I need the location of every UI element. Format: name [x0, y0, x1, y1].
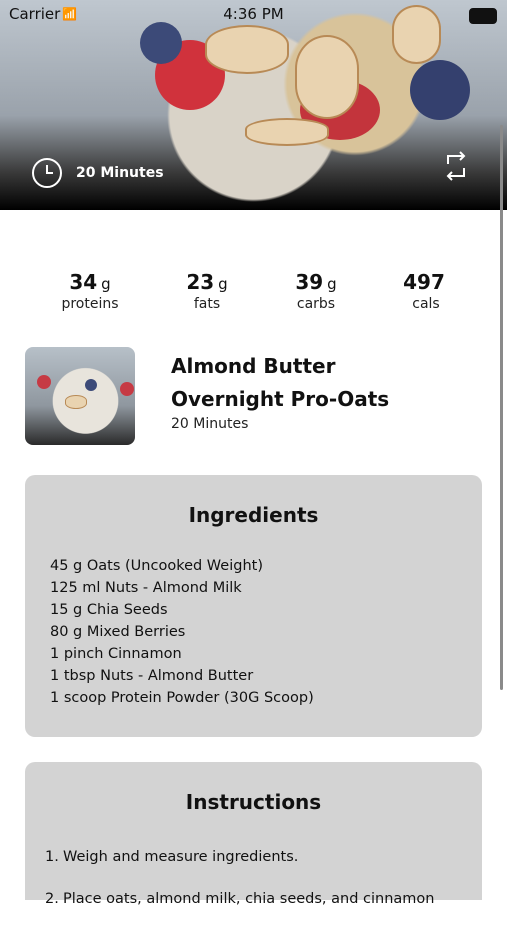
instruction-item: 2. Place oats, almond milk, chia seeds, … — [45, 888, 465, 910]
stat-label: carbs — [296, 296, 336, 312]
ingredients-card: Ingredients 45 g Oats (Uncooked Weight) … — [25, 475, 482, 737]
stat-label: proteins — [61, 296, 119, 312]
recipe-title-line: Overnight Pro-Oats — [171, 387, 390, 411]
status-bar: Carrier 📶 4:36 PM — [0, 4, 507, 26]
stat-label: fats — [193, 296, 221, 312]
ingredient-item: 15 g Chia Seeds — [50, 602, 168, 618]
berry-shape — [85, 379, 97, 391]
instructions-list: 1. Weigh and measure ingredients. 2. Pla… — [45, 846, 465, 930]
stat-unit: g — [101, 275, 111, 293]
ingredient-item: 45 g Oats (Uncooked Weight) — [50, 558, 263, 574]
recipe-thumbnail — [25, 347, 135, 445]
swap-recipe-icon[interactable] — [442, 150, 470, 182]
instruction-number: 2. — [45, 891, 59, 907]
instruction-item: 1. Weigh and measure ingredients. — [45, 846, 465, 868]
recipe-hero-image: Carrier 📶 4:36 PM 20 Minutes — [0, 0, 507, 210]
blueberry-shape — [410, 60, 470, 120]
stat-cals: 497 cals — [376, 270, 476, 312]
instruction-text: Weigh and measure ingredients. — [63, 849, 299, 865]
stat-value: 34 — [69, 270, 98, 294]
stat-carbs: 39 g carbs — [266, 270, 366, 312]
stat-label: cals — [412, 296, 440, 312]
almond-shape — [245, 118, 329, 146]
stat-value: 39 — [295, 270, 324, 294]
blueberry-shape — [140, 22, 182, 64]
recipe-title: Almond Butter Overnight Pro-Oats — [171, 350, 471, 416]
ingredient-item: 1 scoop Protein Powder (30G Scoop) — [50, 690, 314, 706]
ingredient-item: 80 g Mixed Berries — [50, 624, 186, 640]
scrollbar[interactable] — [500, 125, 503, 690]
instruction-number: 1. — [45, 849, 59, 865]
instructions-card: Instructions 1. Weigh and measure ingred… — [25, 762, 482, 907]
instruction-text: Place oats, almond milk, chia seeds, and… — [63, 891, 435, 907]
instructions-heading: Instructions — [185, 790, 322, 814]
recipe-time: 20 Minutes — [171, 416, 249, 432]
stat-fats: 23 g fats — [157, 270, 257, 312]
duration-label: 20 Minutes — [76, 165, 164, 181]
stat-unit: g — [218, 275, 228, 293]
duration-row: 20 Minutes — [32, 157, 164, 189]
berry-shape — [37, 375, 51, 389]
status-time: 4:36 PM — [223, 5, 284, 23]
ingredients-list: 45 g Oats (Uncooked Weight) 125 ml Nuts … — [50, 555, 314, 709]
clock-icon — [32, 158, 62, 188]
nutrition-stats: 34 g proteins 23 g fats 39 g carbs 497 cals — [0, 270, 507, 320]
stat-unit: g — [327, 275, 337, 293]
almond-shape — [205, 25, 289, 74]
stat-proteins: 34 g proteins — [40, 270, 140, 312]
berry-shape — [120, 382, 134, 396]
ingredient-item: 1 pinch Cinnamon — [50, 646, 182, 662]
battery-icon — [469, 8, 497, 24]
stat-value: 497 — [403, 270, 445, 294]
recipe-title-line: Almond Butter — [171, 354, 336, 378]
ingredients-heading: Ingredients — [188, 503, 319, 527]
ingredient-item: 1 tbsp Nuts - Almond Butter — [50, 668, 254, 684]
almond-shape — [295, 35, 359, 119]
stat-value: 23 — [186, 270, 215, 294]
almond-shape — [65, 395, 87, 409]
ingredient-item: 125 ml Nuts - Almond Milk — [50, 580, 242, 596]
